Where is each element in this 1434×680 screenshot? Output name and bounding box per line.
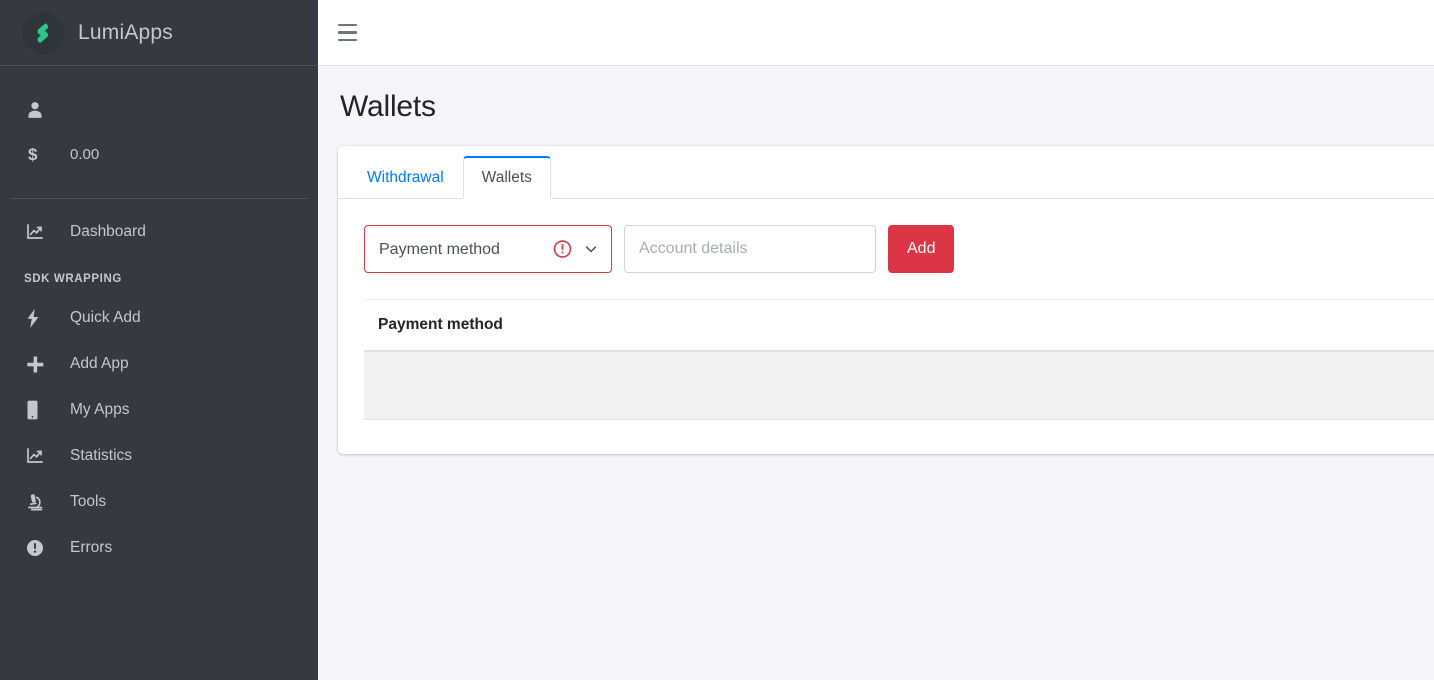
page-header: Wallets — [318, 66, 1434, 146]
sidebar-item-my-apps[interactable]: My Apps — [0, 387, 318, 433]
hamburger-bar — [338, 38, 357, 42]
lumiapps-logo-icon — [22, 11, 64, 54]
brand-title: LumiApps — [78, 20, 173, 44]
add-wallet-form: Payment method Account details Add — [364, 225, 1434, 273]
card-footer-spacer — [364, 420, 1434, 454]
brand-header[interactable]: LumiApps — [0, 0, 318, 66]
topbar — [318, 0, 1434, 66]
card-body: Payment method Account details Add Payme… — [338, 199, 1434, 454]
wallets-card: Withdrawal Wallets Payment method Accoun… — [338, 146, 1434, 454]
chart-line-icon — [26, 447, 52, 465]
sidebar-item-errors[interactable]: Errors — [0, 525, 318, 571]
user-icon — [26, 101, 52, 119]
sidebar-item-label: Quick Add — [70, 309, 141, 326]
table-body — [364, 351, 1434, 420]
payment-method-select[interactable]: Payment method — [364, 225, 612, 273]
user-block: $ 0.00 — [0, 66, 318, 199]
chart-line-icon — [26, 223, 52, 241]
table-header-row: Payment method — [364, 300, 1434, 352]
hamburger-bar — [338, 23, 357, 27]
main-content: Wallets Withdrawal Wallets Payment metho… — [318, 0, 1434, 680]
hamburger-bar — [338, 31, 357, 34]
hamburger-menu-icon[interactable] — [338, 18, 368, 48]
account-details-input[interactable] — [624, 225, 876, 273]
sidebar-item-label: Dashboard — [70, 223, 146, 240]
sidebar-item-label: Errors — [70, 539, 113, 556]
cell-payment-method — [364, 351, 1434, 420]
sidebar-item-tools[interactable]: Tools — [0, 479, 318, 525]
sidebar-item-dashboard[interactable]: Dashboard — [0, 209, 318, 255]
table-row[interactable] — [364, 351, 1434, 420]
user-profile-link[interactable] — [0, 88, 318, 132]
sidebar-item-quick-add[interactable]: Quick Add — [0, 295, 318, 341]
plus-icon — [26, 355, 52, 374]
sidebar-item-label: Tools — [70, 493, 107, 510]
sidebar-section-header: SDK WRAPPING — [24, 273, 122, 285]
balance-row[interactable]: $ 0.00 — [0, 132, 318, 176]
sidebar-item-label: Statistics — [70, 447, 133, 464]
microscope-icon — [26, 493, 52, 512]
balance-amount: 0.00 — [70, 145, 100, 163]
column-header-payment-method: Payment method — [364, 300, 1434, 352]
payment-method-select-wrapper: Payment method — [364, 225, 612, 273]
page-title: Wallets — [340, 90, 436, 123]
add-button[interactable]: Add — [888, 225, 955, 273]
exclamation-circle-icon — [26, 539, 52, 557]
svg-text:$: $ — [28, 145, 38, 164]
tab-withdrawal[interactable]: Withdrawal — [348, 156, 463, 199]
sidebar-item-label: My Apps — [70, 401, 130, 418]
mobile-icon — [26, 400, 52, 420]
wallets-table: Payment method — [364, 300, 1434, 420]
tab-bar: Withdrawal Wallets — [338, 146, 1434, 199]
sidebar-item-statistics[interactable]: Statistics — [0, 433, 318, 479]
sidebar-item-label: Add App — [70, 355, 129, 372]
sidebar-nav: Dashboard SDK WRAPPING Quick Add Add App… — [0, 199, 318, 571]
sidebar-item-add-app[interactable]: Add App — [0, 341, 318, 387]
bolt-icon — [26, 308, 52, 328]
table-head: Payment method — [364, 300, 1434, 352]
sidebar: LumiApps $ 0.00 Dashboard SDK WRAPPING Q… — [0, 0, 318, 680]
dollar-icon: $ — [26, 144, 52, 164]
app-root: LumiApps $ 0.00 Dashboard SDK WRAPPING Q… — [0, 0, 1434, 680]
tab-wallets[interactable]: Wallets — [462, 156, 551, 199]
